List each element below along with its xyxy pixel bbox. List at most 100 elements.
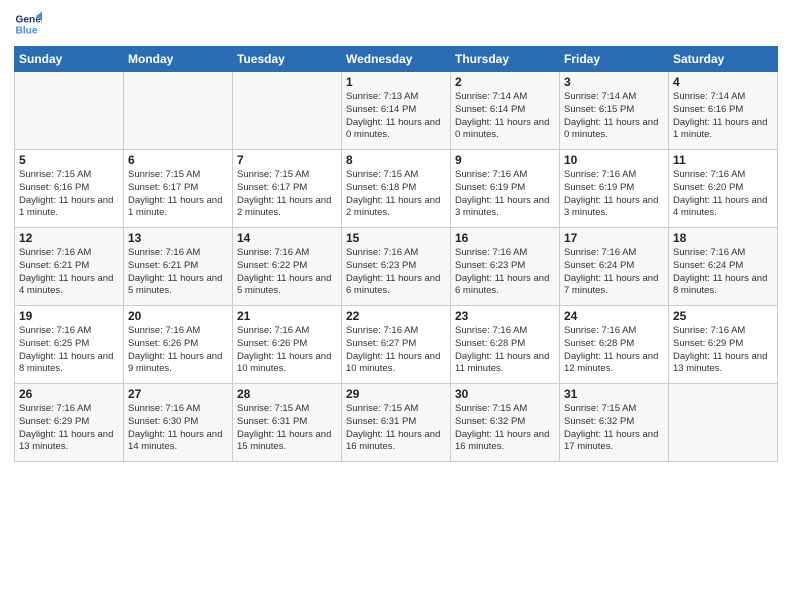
calendar-day-24: 24 Sunrise: 7:16 AM Sunset: 6:28 PM Dayli…: [560, 306, 669, 384]
calendar-week-row: 19 Sunrise: 7:16 AM Sunset: 6:25 PM Dayli…: [15, 306, 778, 384]
day-info: Sunrise: 7:15 AM Sunset: 6:31 PM Dayligh…: [237, 403, 337, 454]
calendar-day-9: 9 Sunrise: 7:16 AM Sunset: 6:19 PM Daylig…: [451, 150, 560, 228]
calendar-day-22: 22 Sunrise: 7:16 AM Sunset: 6:27 PM Dayli…: [342, 306, 451, 384]
calendar-day-6: 6Sunrise: 7:15 AM Sunset: 6:17 PM Daylig…: [124, 150, 233, 228]
day-info: Sunrise: 7:16 AM Sunset: 6:19 PM Dayligh…: [564, 169, 664, 220]
day-number: 15: [346, 231, 446, 245]
day-info: Sunrise: 7:16 AM Sunset: 6:29 PM Dayligh…: [673, 325, 773, 376]
calendar-table: SundayMondayTuesdayWednesdayThursdayFrid…: [14, 46, 778, 462]
day-number: 10: [564, 153, 664, 167]
day-number: 11: [673, 153, 773, 167]
empty-cell: [124, 72, 233, 150]
day-info: Sunrise: 7:16 AM Sunset: 6:28 PM Dayligh…: [455, 325, 555, 376]
calendar-day-5: 5 Sunrise: 7:15 AM Sunset: 6:16 PM Daylig…: [15, 150, 124, 228]
day-number: 31: [564, 387, 664, 401]
day-number: 12: [19, 231, 119, 245]
day-number: 30: [455, 387, 555, 401]
calendar-week-row: 26Sunrise: 7:16 AM Sunset: 6:29 PM Dayli…: [15, 384, 778, 462]
day-number: 6: [128, 153, 228, 167]
weekday-header-thursday: Thursday: [451, 47, 560, 72]
calendar-day-13: 13 Sunrise: 7:16 AM Sunset: 6:21 PM Dayli…: [124, 228, 233, 306]
calendar-day-15: 15 Sunrise: 7:16 AM Sunset: 6:23 PM Dayli…: [342, 228, 451, 306]
day-info: Sunrise: 7:16 AM Sunset: 6:25 PM Dayligh…: [19, 325, 119, 376]
day-info: Sunrise: 7:15 AM Sunset: 6:16 PM Dayligh…: [19, 169, 119, 220]
day-info: Sunrise: 7:16 AM Sunset: 6:28 PM Dayligh…: [564, 325, 664, 376]
calendar-day-27: 27Sunrise: 7:16 AM Sunset: 6:30 PM Dayli…: [124, 384, 233, 462]
weekday-header-saturday: Saturday: [669, 47, 778, 72]
day-info: Sunrise: 7:16 AM Sunset: 6:24 PM Dayligh…: [673, 247, 773, 298]
day-info: Sunrise: 7:15 AM Sunset: 6:18 PM Dayligh…: [346, 169, 446, 220]
day-info: Sunrise: 7:15 AM Sunset: 6:32 PM Dayligh…: [455, 403, 555, 454]
weekday-header-monday: Monday: [124, 47, 233, 72]
calendar-week-row: 1 Sunrise: 7:13 AM Sunset: 6:14 PM Daylig…: [15, 72, 778, 150]
calendar-day-18: 18 Sunrise: 7:16 AM Sunset: 6:24 PM Dayli…: [669, 228, 778, 306]
day-info: Sunrise: 7:16 AM Sunset: 6:21 PM Dayligh…: [19, 247, 119, 298]
calendar-day-19: 19 Sunrise: 7:16 AM Sunset: 6:25 PM Dayli…: [15, 306, 124, 384]
day-number: 9: [455, 153, 555, 167]
weekday-header-wednesday: Wednesday: [342, 47, 451, 72]
day-info: Sunrise: 7:16 AM Sunset: 6:21 PM Dayligh…: [128, 247, 228, 298]
day-number: 7: [237, 153, 337, 167]
day-number: 21: [237, 309, 337, 323]
day-info: Sunrise: 7:13 AM Sunset: 6:14 PM Dayligh…: [346, 91, 446, 142]
calendar-day-8: 8 Sunrise: 7:15 AM Sunset: 6:18 PM Daylig…: [342, 150, 451, 228]
calendar-day-2: 2Sunrise: 7:14 AM Sunset: 6:14 PM Daylig…: [451, 72, 560, 150]
day-info: Sunrise: 7:14 AM Sunset: 6:15 PM Dayligh…: [564, 91, 664, 142]
calendar-day-10: 10 Sunrise: 7:16 AM Sunset: 6:19 PM Dayli…: [560, 150, 669, 228]
day-number: 3: [564, 75, 664, 89]
page: General Blue SundayMondayTuesdayWednesda…: [0, 0, 792, 612]
day-info: Sunrise: 7:15 AM Sunset: 6:31 PM Dayligh…: [346, 403, 446, 454]
day-number: 14: [237, 231, 337, 245]
calendar-day-11: 11 Sunrise: 7:16 AM Sunset: 6:20 PM Dayli…: [669, 150, 778, 228]
calendar-day-16: 16Sunrise: 7:16 AM Sunset: 6:23 PM Dayli…: [451, 228, 560, 306]
calendar-day-20: 20 Sunrise: 7:16 AM Sunset: 6:26 PM Dayli…: [124, 306, 233, 384]
calendar-day-14: 14Sunrise: 7:16 AM Sunset: 6:22 PM Dayli…: [233, 228, 342, 306]
day-number: 29: [346, 387, 446, 401]
calendar-day-29: 29 Sunrise: 7:15 AM Sunset: 6:31 PM Dayli…: [342, 384, 451, 462]
calendar-day-12: 12 Sunrise: 7:16 AM Sunset: 6:21 PM Dayli…: [15, 228, 124, 306]
day-info: Sunrise: 7:16 AM Sunset: 6:19 PM Dayligh…: [455, 169, 555, 220]
day-number: 24: [564, 309, 664, 323]
calendar-day-23: 23Sunrise: 7:16 AM Sunset: 6:28 PM Dayli…: [451, 306, 560, 384]
calendar-day-26: 26Sunrise: 7:16 AM Sunset: 6:29 PM Dayli…: [15, 384, 124, 462]
day-info: Sunrise: 7:14 AM Sunset: 6:14 PM Dayligh…: [455, 91, 555, 142]
day-number: 17: [564, 231, 664, 245]
day-number: 27: [128, 387, 228, 401]
day-number: 5: [19, 153, 119, 167]
calendar-day-28: 28 Sunrise: 7:15 AM Sunset: 6:31 PM Dayli…: [233, 384, 342, 462]
empty-cell: [15, 72, 124, 150]
day-number: 18: [673, 231, 773, 245]
empty-cell: [669, 384, 778, 462]
day-number: 8: [346, 153, 446, 167]
day-info: Sunrise: 7:16 AM Sunset: 6:27 PM Dayligh…: [346, 325, 446, 376]
day-info: Sunrise: 7:15 AM Sunset: 6:32 PM Dayligh…: [564, 403, 664, 454]
calendar-day-4: 4 Sunrise: 7:14 AM Sunset: 6:16 PM Daylig…: [669, 72, 778, 150]
calendar-day-25: 25Sunrise: 7:16 AM Sunset: 6:29 PM Dayli…: [669, 306, 778, 384]
day-info: Sunrise: 7:16 AM Sunset: 6:23 PM Dayligh…: [346, 247, 446, 298]
logo-icon: General Blue: [14, 10, 42, 38]
day-number: 20: [128, 309, 228, 323]
day-number: 22: [346, 309, 446, 323]
weekday-header-friday: Friday: [560, 47, 669, 72]
day-info: Sunrise: 7:16 AM Sunset: 6:26 PM Dayligh…: [128, 325, 228, 376]
day-number: 19: [19, 309, 119, 323]
day-info: Sunrise: 7:15 AM Sunset: 6:17 PM Dayligh…: [237, 169, 337, 220]
svg-text:Blue: Blue: [16, 25, 38, 36]
day-info: Sunrise: 7:14 AM Sunset: 6:16 PM Dayligh…: [673, 91, 773, 142]
day-number: 28: [237, 387, 337, 401]
calendar-week-row: 5 Sunrise: 7:15 AM Sunset: 6:16 PM Daylig…: [15, 150, 778, 228]
calendar-day-17: 17 Sunrise: 7:16 AM Sunset: 6:24 PM Dayli…: [560, 228, 669, 306]
header: General Blue: [14, 10, 778, 38]
day-info: Sunrise: 7:16 AM Sunset: 6:29 PM Dayligh…: [19, 403, 119, 454]
day-info: Sunrise: 7:16 AM Sunset: 6:23 PM Dayligh…: [455, 247, 555, 298]
day-number: 4: [673, 75, 773, 89]
day-number: 13: [128, 231, 228, 245]
day-info: Sunrise: 7:16 AM Sunset: 6:20 PM Dayligh…: [673, 169, 773, 220]
empty-cell: [233, 72, 342, 150]
logo: General Blue: [14, 10, 44, 38]
weekday-header-sunday: Sunday: [15, 47, 124, 72]
day-info: Sunrise: 7:16 AM Sunset: 6:24 PM Dayligh…: [564, 247, 664, 298]
day-number: 1: [346, 75, 446, 89]
calendar-day-3: 3 Sunrise: 7:14 AM Sunset: 6:15 PM Daylig…: [560, 72, 669, 150]
calendar-day-30: 30 Sunrise: 7:15 AM Sunset: 6:32 PM Dayli…: [451, 384, 560, 462]
